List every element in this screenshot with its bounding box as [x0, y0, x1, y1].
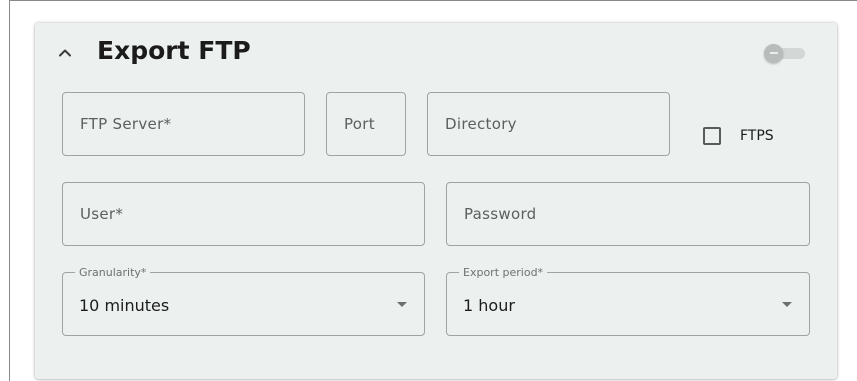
password-field[interactable]: Password	[446, 182, 810, 246]
export-period-value: 1 hour	[463, 296, 515, 315]
granularity-value: 10 minutes	[79, 296, 170, 315]
ftp-server-placeholder: FTP Server*	[80, 115, 172, 133]
dropdown-arrow-icon[interactable]	[782, 302, 792, 307]
ftps-checkbox[interactable]	[703, 127, 721, 145]
enable-export-toggle[interactable]	[764, 42, 806, 64]
port-placeholder: Port	[344, 115, 375, 133]
directory-field[interactable]: Directory	[427, 92, 670, 156]
port-field[interactable]: Port	[326, 92, 406, 156]
export-period-select[interactable]: Export period* 1 hour	[446, 266, 810, 336]
directory-placeholder: Directory	[445, 115, 517, 133]
ftp-server-field[interactable]: FTP Server*	[62, 92, 305, 156]
toggle-thumb	[764, 44, 783, 63]
granularity-select[interactable]: Granularity* 10 minutes	[62, 266, 425, 336]
export-period-label: Export period*	[459, 266, 548, 279]
section-title: Export FTP	[97, 36, 251, 65]
chevron-up-icon[interactable]	[55, 43, 75, 63]
user-placeholder: User*	[80, 205, 124, 223]
dropdown-arrow-icon[interactable]	[397, 302, 407, 307]
window-border-left	[9, 0, 10, 381]
window-border-top	[9, 0, 857, 1]
password-placeholder: Password	[464, 205, 537, 223]
user-field[interactable]: User*	[62, 182, 425, 246]
granularity-label: Granularity*	[75, 266, 151, 279]
ftps-checkbox-label[interactable]: FTPS	[740, 128, 774, 144]
